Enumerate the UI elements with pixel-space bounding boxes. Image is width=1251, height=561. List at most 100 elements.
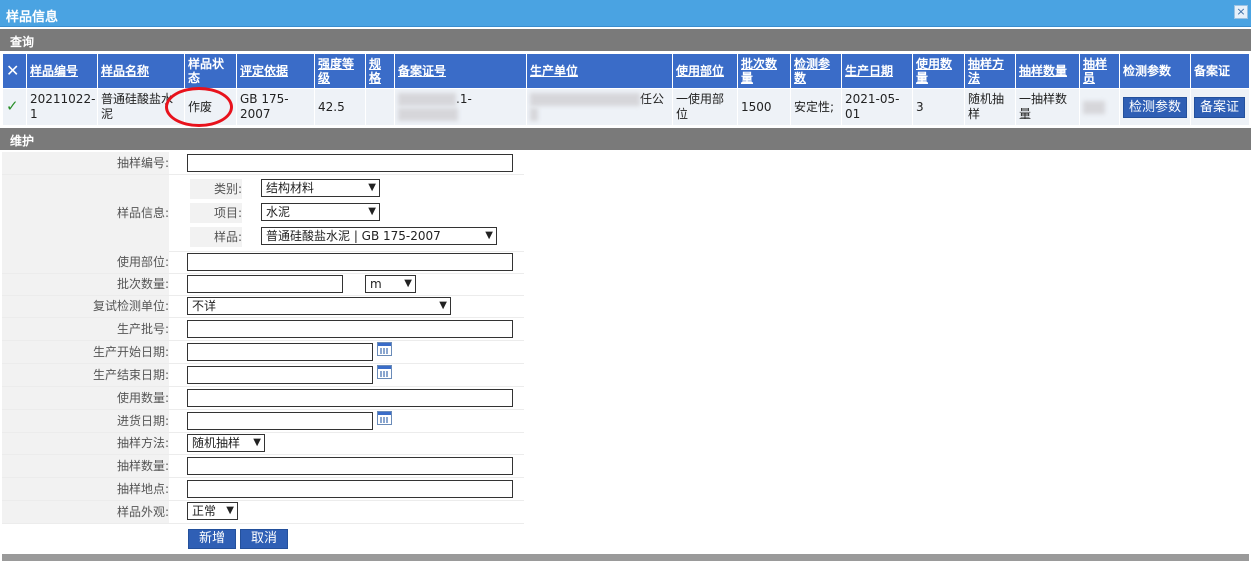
- prod-end-label: 生产结束日期:: [2, 364, 169, 386]
- unit-select[interactable]: m ▼: [365, 275, 416, 293]
- table-row[interactable]: ✓ 20211022-1 普通硅酸盐水泥 作废 GB 175-2007 42.5…: [2, 88, 1250, 126]
- use-qty-input[interactable]: [187, 389, 513, 407]
- calendar-icon[interactable]: [377, 411, 392, 425]
- form-row-sample-no: 抽样编号:: [2, 152, 524, 175]
- col-header-prod-date[interactable]: 生产日期: [841, 53, 913, 89]
- col-header-basis[interactable]: 评定依据: [236, 53, 315, 89]
- batch-qty-input[interactable]: [187, 275, 343, 293]
- col-header-cert-action: 备案证: [1190, 53, 1250, 89]
- sampling-place-label: 抽样地点:: [2, 478, 169, 500]
- form-row-prod-batch: 生产批号:: [2, 318, 524, 341]
- prod-start-label: 生产开始日期:: [2, 341, 169, 363]
- calendar-icon[interactable]: [377, 342, 392, 356]
- batch-qty-label: 批次数量:: [2, 274, 169, 295]
- chevron-down-icon: ▼: [404, 278, 412, 289]
- use-part-input[interactable]: [187, 253, 513, 271]
- redacted-text: [1083, 100, 1105, 114]
- chevron-down-icon: ▼: [368, 182, 376, 193]
- retest-unit-select[interactable]: 不详 ▼: [187, 297, 451, 315]
- form-row-sampling-method: 抽样方法: 随机抽样 ▼: [2, 433, 524, 455]
- form-row-use-qty: 使用数量:: [2, 387, 524, 410]
- prod-batch-label: 生产批号:: [2, 318, 169, 340]
- col-header-params-action: 检测参数: [1119, 53, 1191, 89]
- col-header-sampler[interactable]: 抽样员: [1079, 53, 1120, 89]
- sampling-place-input[interactable]: [187, 480, 513, 498]
- retest-unit-value: 不详: [192, 299, 217, 313]
- form-row-sampling-qty: 抽样数量:: [2, 455, 524, 478]
- col-header-sample-no[interactable]: 样品编号: [26, 53, 98, 89]
- col-header-record-no[interactable]: 备案证号: [394, 53, 527, 89]
- form-row-purchase-date: 进货日期:: [2, 410, 524, 433]
- purchase-date-input[interactable]: [187, 412, 373, 430]
- prod-start-input[interactable]: [187, 343, 373, 361]
- sample-info-label: 样品信息:: [2, 175, 169, 252]
- sample-select[interactable]: 普通硅酸盐水泥 | GB 175-2007 ▼: [261, 227, 497, 245]
- redacted-text: [530, 108, 538, 121]
- retest-unit-label: 复试检测单位:: [2, 296, 169, 317]
- add-button[interactable]: 新增: [188, 529, 236, 549]
- form-row-use-part: 使用部位:: [2, 252, 524, 274]
- cell-sample-no: 20211022-1: [26, 88, 98, 126]
- chevron-down-icon: ▼: [368, 206, 376, 217]
- checkmark-icon: ✓: [2, 88, 27, 126]
- close-icon[interactable]: ×: [1234, 5, 1248, 19]
- cell-use-qty: 3: [912, 88, 965, 126]
- sample-no-label: 抽样编号:: [2, 152, 169, 174]
- cell-params-action: 检测参数: [1119, 88, 1191, 126]
- appearance-value: 正常: [192, 504, 217, 518]
- maintain-section-header: 维护: [0, 128, 1251, 150]
- form-row-appearance: 样品外观: 正常 ▼: [2, 501, 524, 524]
- window-titlebar: 样品信息 ×: [0, 0, 1251, 27]
- cell-batch-qty: 1500: [737, 88, 791, 126]
- cell-grade: 42.5: [314, 88, 366, 126]
- cell-sample-name: 普通硅酸盐水泥: [97, 88, 185, 126]
- cell-sampling-qty: 一抽样数量: [1015, 88, 1080, 126]
- deselect-icon[interactable]: ✕: [2, 53, 27, 89]
- col-header-batch-qty[interactable]: 批次数量: [737, 53, 791, 89]
- form-row-sampling-place: 抽样地点:: [2, 478, 524, 501]
- prod-end-input[interactable]: [187, 366, 373, 384]
- col-header-use-part[interactable]: 使用部位: [672, 53, 738, 89]
- redacted-text: [398, 108, 458, 121]
- cell-sampler: [1079, 88, 1120, 126]
- form-row-batch-qty: 批次数量: m ▼: [2, 274, 524, 296]
- cell-use-part: 一使用部位: [672, 88, 738, 126]
- bottom-divider: [2, 554, 1249, 561]
- col-header-sample-name[interactable]: 样品名称: [97, 53, 185, 89]
- prod-batch-input[interactable]: [187, 320, 513, 338]
- col-header-sampling-qty[interactable]: 抽样数量: [1015, 53, 1080, 89]
- cell-spec: [365, 88, 395, 126]
- col-header-producer[interactable]: 生产单位: [526, 53, 673, 89]
- cell-basis: GB 175-2007: [236, 88, 315, 126]
- calendar-icon[interactable]: [377, 365, 392, 379]
- sampling-qty-label: 抽样数量:: [2, 455, 169, 477]
- record-cert-button[interactable]: 备案证: [1194, 96, 1246, 118]
- col-header-use-qty[interactable]: 使用数量: [912, 53, 965, 89]
- sample-table: ✕ 样品编号 样品名称 样品状态 评定依据 强度等级 规格 备案证号 生产单位 …: [2, 53, 1250, 126]
- cancel-button[interactable]: 取消: [240, 529, 288, 549]
- sample-select-value: 普通硅酸盐水泥 | GB 175-2007: [266, 229, 441, 243]
- cell-cert-action: 备案证: [1190, 88, 1250, 126]
- item-select[interactable]: 水泥 ▼: [261, 203, 380, 221]
- cell-record-no: .1-: [394, 88, 527, 126]
- use-qty-label: 使用数量:: [2, 387, 169, 409]
- sampling-method-select[interactable]: 随机抽样 ▼: [187, 434, 265, 452]
- category-select[interactable]: 结构材料 ▼: [261, 179, 380, 197]
- chevron-down-icon: ▼: [226, 505, 234, 516]
- sample-no-input[interactable]: [187, 154, 513, 172]
- col-header-sampling-method[interactable]: 抽样方法: [964, 53, 1016, 89]
- cell-sampling-method: 随机抽样: [964, 88, 1016, 126]
- chevron-down-icon: ▼: [439, 300, 447, 311]
- producer-suffix: 任公: [640, 92, 665, 106]
- appearance-select[interactable]: 正常 ▼: [187, 502, 238, 520]
- col-header-grade[interactable]: 强度等级: [314, 53, 366, 89]
- col-header-status[interactable]: 样品状态: [184, 53, 237, 89]
- chevron-down-icon: ▼: [485, 230, 493, 241]
- sampling-qty-input[interactable]: [187, 457, 513, 475]
- col-header-test-param[interactable]: 检测参数: [790, 53, 842, 89]
- test-params-button[interactable]: 检测参数: [1123, 96, 1188, 118]
- item-label: 项目:: [190, 203, 242, 223]
- col-header-spec[interactable]: 规格: [365, 53, 395, 89]
- form-row-retest: 复试检测单位: 不详 ▼: [2, 296, 524, 318]
- category-label: 类别:: [190, 179, 242, 199]
